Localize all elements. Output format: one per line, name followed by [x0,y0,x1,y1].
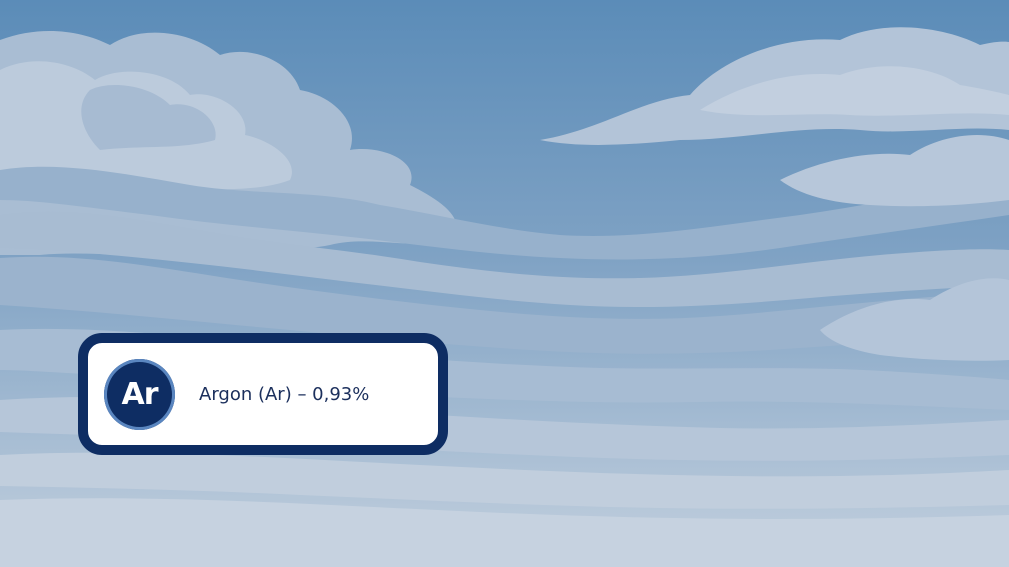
sky-background [0,0,1009,567]
element-symbol: Ar [121,376,158,412]
element-label: Argon (Ar) – 0,93% [199,383,370,405]
element-info-card: Ar Argon (Ar) – 0,93% [78,333,448,455]
element-symbol-badge: Ar [104,358,175,430]
scene: Ar Argon (Ar) – 0,93% [0,0,1009,567]
